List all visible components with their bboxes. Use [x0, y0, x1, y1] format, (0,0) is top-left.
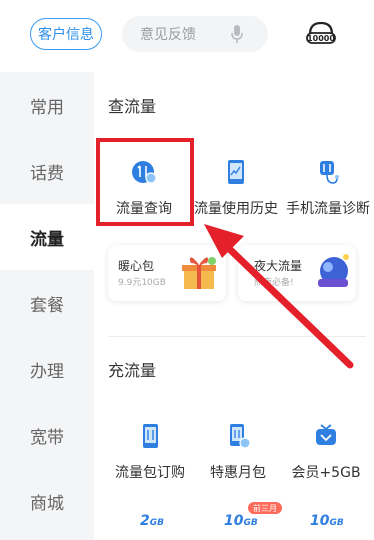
package-order-icon — [143, 424, 158, 448]
sidebar-item-common[interactable]: 常用 — [0, 72, 94, 138]
data-amount-10gb-b[interactable]: 10GB — [310, 513, 344, 529]
promo-card-warm-pack[interactable]: 暖心包 9.9元10GB — [108, 245, 226, 301]
amount-unit: GB — [329, 518, 344, 528]
customer-info-button[interactable]: 客户信息 — [30, 18, 102, 50]
amount-value: 2 — [140, 513, 150, 529]
query-section-title: 查流量 — [108, 97, 157, 116]
section-divider — [108, 336, 366, 337]
tile-member[interactable]: 会员+5GB — [280, 422, 372, 482]
top-bar: 客户信息 意见反馈 10000 — [0, 0, 374, 70]
tile-monthly-pack[interactable]: 特惠月包 — [192, 422, 284, 482]
search-bar[interactable]: 意见反馈 — [122, 16, 268, 52]
tile-label: 流量包订购 — [115, 465, 185, 481]
usage-history-icon — [228, 160, 244, 184]
tile-label: 流量使用历史 — [194, 201, 278, 217]
category-sidebar: 常用 话费 流量 套餐 办理 宽带 商城 — [0, 72, 94, 540]
tile-label: 手机流量诊断 — [286, 201, 370, 217]
night-globe-icon — [318, 254, 349, 287]
gift-box-icon — [182, 257, 216, 289]
tile-diagnosis[interactable]: 手机流量诊断 — [282, 158, 374, 218]
tile-package-order[interactable]: 流量包订购 — [104, 422, 196, 482]
promo-card-night-data[interactable]: 夜大流量 熬夜必备! — [238, 245, 356, 301]
sidebar-item-data[interactable]: 流量 — [0, 204, 94, 270]
amount-value: 10 — [224, 513, 244, 529]
promo-subtitle: 熬夜必备! — [254, 278, 294, 288]
service-number-label: 10000 — [307, 34, 335, 43]
promo-subtitle: 9.9元10GB — [118, 278, 166, 288]
amount-unit: GB — [243, 518, 258, 528]
recharge-section-title: 充流量 — [108, 361, 157, 380]
search-placeholder: 意见反馈 — [140, 27, 196, 43]
customer-service-10000-icon[interactable]: 10000 — [305, 20, 337, 50]
microphone-icon[interactable] — [230, 24, 244, 44]
tile-label: 特惠月包 — [210, 465, 266, 481]
sidebar-item-plan[interactable]: 套餐 — [0, 270, 94, 336]
tile-label: 会员+5GB — [291, 465, 361, 481]
member-icon — [316, 424, 336, 445]
tile-usage-history[interactable]: 流量使用历史 — [190, 158, 282, 218]
monthly-pack-icon — [230, 424, 251, 449]
sidebar-item-broadband[interactable]: 宽带 — [0, 402, 94, 468]
amount-unit: GB — [149, 518, 164, 528]
sidebar-item-handle[interactable]: 办理 — [0, 336, 94, 402]
highlight-box — [96, 138, 194, 226]
promo-title: 夜大流量 — [254, 259, 303, 273]
diagnosis-icon — [320, 161, 339, 184]
data-amount-10gb-a[interactable]: 10GB — [224, 513, 258, 529]
sidebar-item-bill[interactable]: 话费 — [0, 138, 94, 204]
promo-title: 暖心包 — [118, 259, 155, 273]
amount-value: 10 — [310, 513, 330, 529]
data-amount-2gb[interactable]: 2GB — [140, 513, 164, 529]
sidebar-item-mall[interactable]: 商城 — [0, 468, 94, 534]
